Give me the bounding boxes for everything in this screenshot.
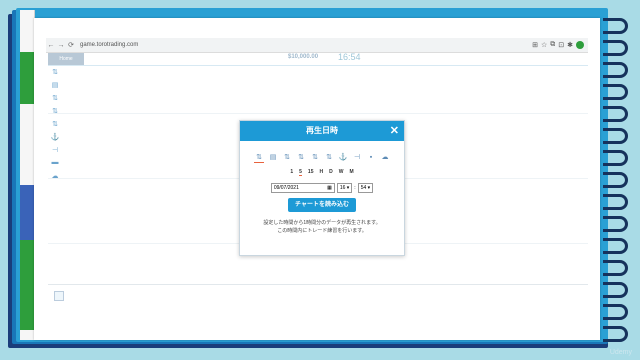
divider	[48, 113, 588, 114]
browser-tools: ⊞ ☆ ⧉ ⊡ ✱	[532, 41, 588, 49]
notebook-tab-blue	[20, 185, 34, 240]
bottom-panel	[48, 284, 588, 335]
close-icon[interactable]: ✕	[390, 121, 399, 141]
chart-tool-icon[interactable]: ⇅	[296, 153, 306, 162]
panel-checkbox[interactable]	[54, 291, 64, 301]
spiral-ring	[603, 172, 628, 188]
app-header: Home $10,000.00 16:54	[48, 52, 588, 66]
bookmark-icon[interactable]: ☆	[541, 41, 547, 49]
timeframe-option[interactable]: 15	[308, 169, 314, 176]
date-field[interactable]: 09/07/2021 ▦	[270, 183, 335, 193]
forward-icon[interactable]: →	[56, 42, 66, 49]
side-tool-icon[interactable]: ⇅	[50, 68, 60, 81]
side-tool-icon[interactable]: ⊣	[50, 146, 60, 159]
calendar-icon[interactable]: ▦	[327, 184, 332, 192]
hour-select[interactable]: 16 ▾	[336, 183, 353, 193]
chart-tool-row: ⇅ ▤ ⇅ ⇅ ⇅ ⇅ ⚓ ⊣ ▪ ☁	[240, 153, 404, 163]
dialog-header: 再生日時 ✕	[240, 121, 404, 141]
spiral-ring	[603, 216, 628, 232]
side-tool-icon[interactable]: ▤	[50, 81, 60, 94]
spiral-ring	[603, 238, 628, 254]
side-tool-icon[interactable]: ⚓	[50, 133, 60, 146]
chart-tool-icon[interactable]: ▤	[268, 153, 278, 162]
notebook-tab-green	[20, 240, 34, 330]
spiral-ring	[603, 18, 628, 34]
home-tab[interactable]: Home	[48, 53, 84, 65]
spiral-ring	[603, 40, 628, 56]
account-balance: $10,000.00	[288, 54, 319, 60]
reload-icon[interactable]: ⟳	[66, 41, 76, 49]
chart-tool-icon[interactable]: ⚓	[338, 153, 348, 162]
spiral-ring	[603, 62, 628, 78]
timeframe-option[interactable]: 5	[299, 169, 302, 176]
side-tool-icon[interactable]: ▬	[50, 159, 60, 172]
timeframe-row: 1 5 15 H D W M	[240, 169, 404, 176]
timeframe-option[interactable]: D	[329, 169, 333, 176]
spiral-ring	[603, 326, 628, 342]
load-chart-button[interactable]: チャートを読み込む	[288, 198, 356, 212]
drawing-toolbar: ⇅ ▤ ⇅ ⇅ ⇅ ⚓ ⊣ ▬ ☁	[50, 68, 60, 185]
chart-tool-icon[interactable]: ⊣	[352, 153, 362, 162]
chart-tool-icon[interactable]: ⇅	[282, 153, 292, 162]
browser-toolbar: ← → ⟳ game.torotrading.com ⊞ ☆ ⧉ ⊡ ✱	[46, 38, 588, 53]
back-icon[interactable]: ←	[46, 42, 56, 49]
dialog-title: 再生日時	[306, 126, 338, 135]
notebook-tab-green	[20, 52, 34, 104]
side-tool-icon[interactable]: ⇅	[50, 94, 60, 107]
chart-tool-icon[interactable]: ⇅	[254, 153, 264, 163]
description-line: この時間内にトレード練習を行います。	[277, 228, 367, 234]
dialog-description: 設定した時間から1時間分のデータが再生されます。 この時間内にトレード練習を行い…	[240, 219, 404, 235]
timeframe-option[interactable]: 1	[290, 169, 293, 176]
spiral-ring	[603, 304, 628, 320]
side-tool-icon[interactable]: ⇅	[50, 120, 60, 133]
address-bar[interactable]: game.torotrading.com	[80, 42, 138, 48]
spiral-ring	[603, 260, 628, 276]
time-separator: :	[354, 185, 356, 191]
spiral-ring	[603, 282, 628, 298]
spiral-ring	[603, 194, 628, 210]
datetime-inputs: 09/07/2021 ▦ 16 ▾ : 54 ▾	[240, 183, 404, 193]
timeframe-option[interactable]: H	[319, 169, 323, 176]
chart-tool-icon[interactable]: ☁	[380, 153, 390, 162]
profile-avatar[interactable]	[576, 41, 584, 49]
spiral-ring	[603, 84, 628, 100]
timeframe-option[interactable]: M	[349, 169, 353, 176]
chart-tool-icon[interactable]: ▪	[366, 153, 376, 162]
watermark: Udemy	[609, 349, 632, 356]
cast-icon[interactable]: ⊡	[558, 41, 564, 49]
replay-clock: 16:54	[338, 52, 361, 62]
notebook-spiral	[603, 10, 630, 350]
replay-datetime-dialog: 再生日時 ✕ ⇅ ▤ ⇅ ⇅ ⇅ ⇅ ⚓ ⊣ ▪ ☁ 1 5 15 H D W …	[239, 120, 405, 256]
spiral-ring	[603, 150, 628, 166]
spiral-ring	[603, 106, 628, 122]
spiral-ring	[603, 128, 628, 144]
extension-icon[interactable]: ⧉	[550, 41, 555, 49]
chart-tool-icon[interactable]: ⇅	[324, 153, 334, 162]
description-line: 設定した時間から1時間分のデータが再生されます。	[263, 220, 381, 226]
timeframe-option[interactable]: W	[339, 169, 344, 176]
chart-tool-icon[interactable]: ⇅	[310, 153, 320, 162]
date-value: 09/07/2021	[273, 185, 299, 191]
puzzle-icon[interactable]: ✱	[567, 41, 573, 49]
minute-select[interactable]: 54 ▾	[357, 183, 374, 193]
translate-icon[interactable]: ⊞	[532, 41, 538, 49]
